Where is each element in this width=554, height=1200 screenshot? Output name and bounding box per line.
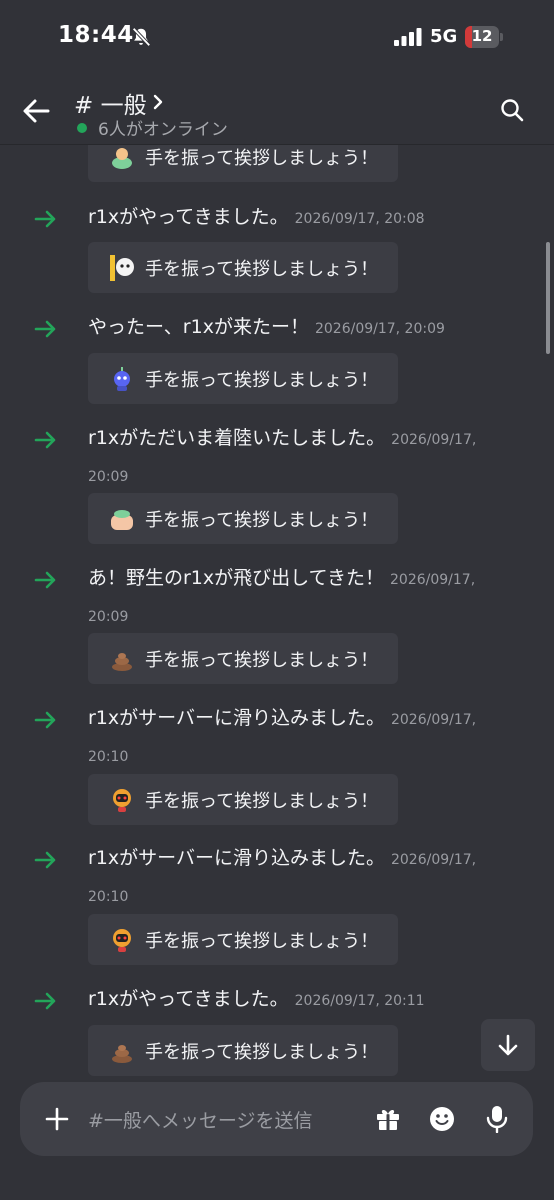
- wave-button[interactable]: 手を振って挨拶しましょう！: [88, 353, 398, 404]
- microphone-icon[interactable]: [486, 1105, 508, 1133]
- message-text: r1xがサーバーに滑り込みました。: [88, 847, 385, 869]
- scrollbar[interactable]: [546, 242, 550, 354]
- message-input-box: #一般へメッセージを送信: [20, 1082, 533, 1156]
- wave-button-label: 手を振って挨拶しましょう！: [145, 791, 379, 812]
- wave-button[interactable]: 手を振って挨拶しましょう！: [88, 774, 398, 825]
- emoji-icon[interactable]: [428, 1105, 456, 1133]
- plus-icon[interactable]: [44, 1106, 70, 1132]
- wave-button[interactable]: 手を振って挨拶しましょう！: [88, 493, 398, 544]
- sticker-robot-icon: [114, 367, 130, 391]
- message-text: r1xがやってきました。: [88, 988, 289, 1010]
- wave-button-label: 手を振って挨拶しましょう！: [145, 931, 379, 952]
- message-text: やったー、r1xが来たー！: [88, 316, 309, 338]
- join-arrow-icon: [34, 431, 56, 449]
- message-list: 手を振って挨拶しましょう！ r1xがやってきました。 2026/09/17, 20…: [0, 145, 554, 1080]
- join-arrow-icon: [34, 851, 56, 869]
- online-indicator: [77, 123, 87, 133]
- arrow-down-icon: [498, 1034, 518, 1056]
- wave-button-label: 手を振って挨拶しましょう！: [145, 650, 379, 671]
- status-time: 18:44: [58, 22, 134, 48]
- system-message: r1xがただいま着陸いたしました。 2026/09/17, 20:09: [88, 421, 498, 495]
- wave-button-label: 手を振って挨拶しましょう！: [145, 148, 379, 169]
- system-message: r1xがやってきました。 2026/09/17, 20:11: [88, 982, 498, 1019]
- gift-icon[interactable]: [375, 1106, 401, 1132]
- join-arrow-icon: [34, 210, 56, 228]
- signal-icon: [394, 28, 422, 46]
- jump-to-bottom-button[interactable]: [481, 1019, 535, 1071]
- sticker-bot-icon: [113, 929, 131, 952]
- message-text: r1xがやってきました。: [88, 206, 289, 228]
- wave-button-label: 手を振って挨拶しましょう！: [145, 370, 379, 391]
- message-text: r1xがサーバーに滑り込みました。: [88, 707, 385, 729]
- sticker-poop-icon: [112, 653, 132, 671]
- back-arrow-icon[interactable]: [20, 96, 52, 126]
- join-arrow-icon: [34, 711, 56, 729]
- message-timestamp: 2026/09/17, 20:11: [294, 993, 425, 1009]
- message-composer: #一般へメッセージを送信: [0, 1080, 554, 1200]
- status-bar: 18:44 5G 12: [0, 0, 554, 76]
- wave-button[interactable]: 手を振って挨拶しましょう！: [88, 145, 398, 182]
- system-message: あ！野生のr1xが飛び出してきた！ 2026/09/17, 20:09: [88, 561, 498, 635]
- sticker-peek-icon: [110, 255, 134, 281]
- message-text: r1xがただいま着陸いたしました。: [88, 427, 386, 449]
- wave-button[interactable]: 手を振って挨拶しましょう！: [88, 633, 398, 684]
- online-count: 6人がオンライン: [98, 120, 228, 140]
- system-message: r1xがサーバーに滑り込みました。 2026/09/17, 20:10: [88, 841, 498, 915]
- sticker-plant-icon: [112, 148, 132, 169]
- battery-icon: 12: [465, 26, 505, 48]
- wave-button-label: 手を振って挨拶しましょう！: [145, 259, 379, 280]
- message-timestamp: 2026/09/17, 20:09: [314, 321, 445, 337]
- system-message: やったー、r1xが来たー！ 2026/09/17, 20:09: [88, 310, 498, 347]
- bell-off-icon: [132, 27, 151, 47]
- sticker-poop-icon: [112, 1045, 132, 1063]
- network-type: 5G: [430, 26, 458, 47]
- message-text: あ！野生のr1xが飛び出してきた！: [88, 567, 385, 589]
- wave-button[interactable]: 手を振って挨拶しましょう！: [88, 914, 398, 965]
- join-arrow-icon: [34, 571, 56, 589]
- system-message: r1xがサーバーに滑り込みました。 2026/09/17, 20:10: [88, 701, 498, 775]
- sticker-hands-icon: [111, 510, 133, 530]
- sticker-bot-icon: [113, 789, 131, 812]
- chevron-right-icon[interactable]: [152, 93, 164, 111]
- join-arrow-icon: [34, 320, 56, 338]
- channel-header: # 一般 6人がオンライン: [0, 76, 554, 145]
- battery-percentage: 12: [471, 27, 493, 45]
- search-icon[interactable]: [499, 97, 525, 123]
- message-timestamp: 2026/09/17, 20:08: [294, 211, 425, 227]
- wave-button-label: 手を振って挨拶しましょう！: [145, 510, 379, 531]
- message-input[interactable]: #一般へメッセージを送信: [88, 1106, 313, 1133]
- system-message: r1xがやってきました。 2026/09/17, 20:08: [88, 200, 498, 237]
- wave-button-label: 手を振って挨拶しましょう！: [145, 1042, 379, 1063]
- join-arrow-icon: [34, 992, 56, 1010]
- wave-button[interactable]: 手を振って挨拶しましょう！: [88, 242, 398, 293]
- wave-button[interactable]: 手を振って挨拶しましょう！: [88, 1025, 398, 1076]
